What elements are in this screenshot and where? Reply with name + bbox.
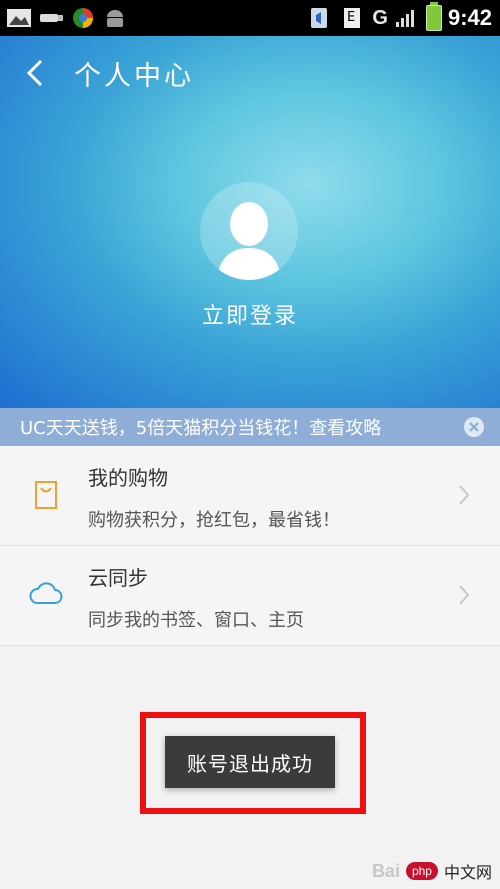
sim-call-icon <box>308 7 334 29</box>
menu-list: 我的购物 购物获积分，抢红包，最省钱！ 云同步 同步我的书签、窗口、主页 <box>0 446 500 646</box>
cloud-icon <box>28 576 64 612</box>
item-title: 云同步 <box>88 566 148 590</box>
status-bar: E G 9:42 <box>0 0 500 36</box>
browser-icon <box>70 7 96 29</box>
list-item-cloud-sync[interactable]: 云同步 同步我的书签、窗口、主页 <box>0 546 500 646</box>
network-type-label: G <box>372 6 388 29</box>
shopping-bag-icon <box>28 476 64 512</box>
item-title: 我的购物 <box>88 466 168 490</box>
php-site-name: 中文网 <box>443 863 492 882</box>
close-icon[interactable] <box>464 417 484 437</box>
watermark: Bai php 中文网 <box>372 859 492 883</box>
usb-icon <box>38 7 64 29</box>
back-arrow-icon[interactable] <box>24 58 46 88</box>
baidu-watermark: Bai <box>371 860 400 881</box>
user-silhouette-icon <box>217 202 281 280</box>
avatar[interactable] <box>200 182 298 280</box>
data-e-icon: E <box>340 7 366 29</box>
item-subtitle: 同步我的书签、窗口、主页 <box>88 610 304 631</box>
chevron-right-icon <box>458 584 470 606</box>
image-icon <box>6 7 32 29</box>
android-icon <box>102 7 128 29</box>
login-link[interactable]: 立即登录 <box>0 298 500 330</box>
promo-banner[interactable]: UC天天送钱，5倍天猫积分当钱花！查看攻略 <box>0 408 500 446</box>
promo-text: UC天天送钱，5倍天猫积分当钱花！查看攻略 <box>20 418 382 439</box>
toast-message: 账号退出成功 <box>165 736 335 788</box>
status-time: 9:42 <box>447 5 492 30</box>
battery-icon <box>425 2 442 31</box>
profile-header: 个人中心 立即登录 <box>0 36 500 408</box>
list-item-shopping[interactable]: 我的购物 购物获积分，抢红包，最省钱！ <box>0 446 500 546</box>
item-subtitle: 购物获积分，抢红包，最省钱！ <box>88 510 340 531</box>
signal-icon <box>394 7 420 29</box>
svg-text:E: E <box>347 10 355 25</box>
php-logo: php <box>405 862 438 880</box>
chevron-right-icon <box>458 484 470 506</box>
page-title: 个人中心 <box>74 61 194 92</box>
